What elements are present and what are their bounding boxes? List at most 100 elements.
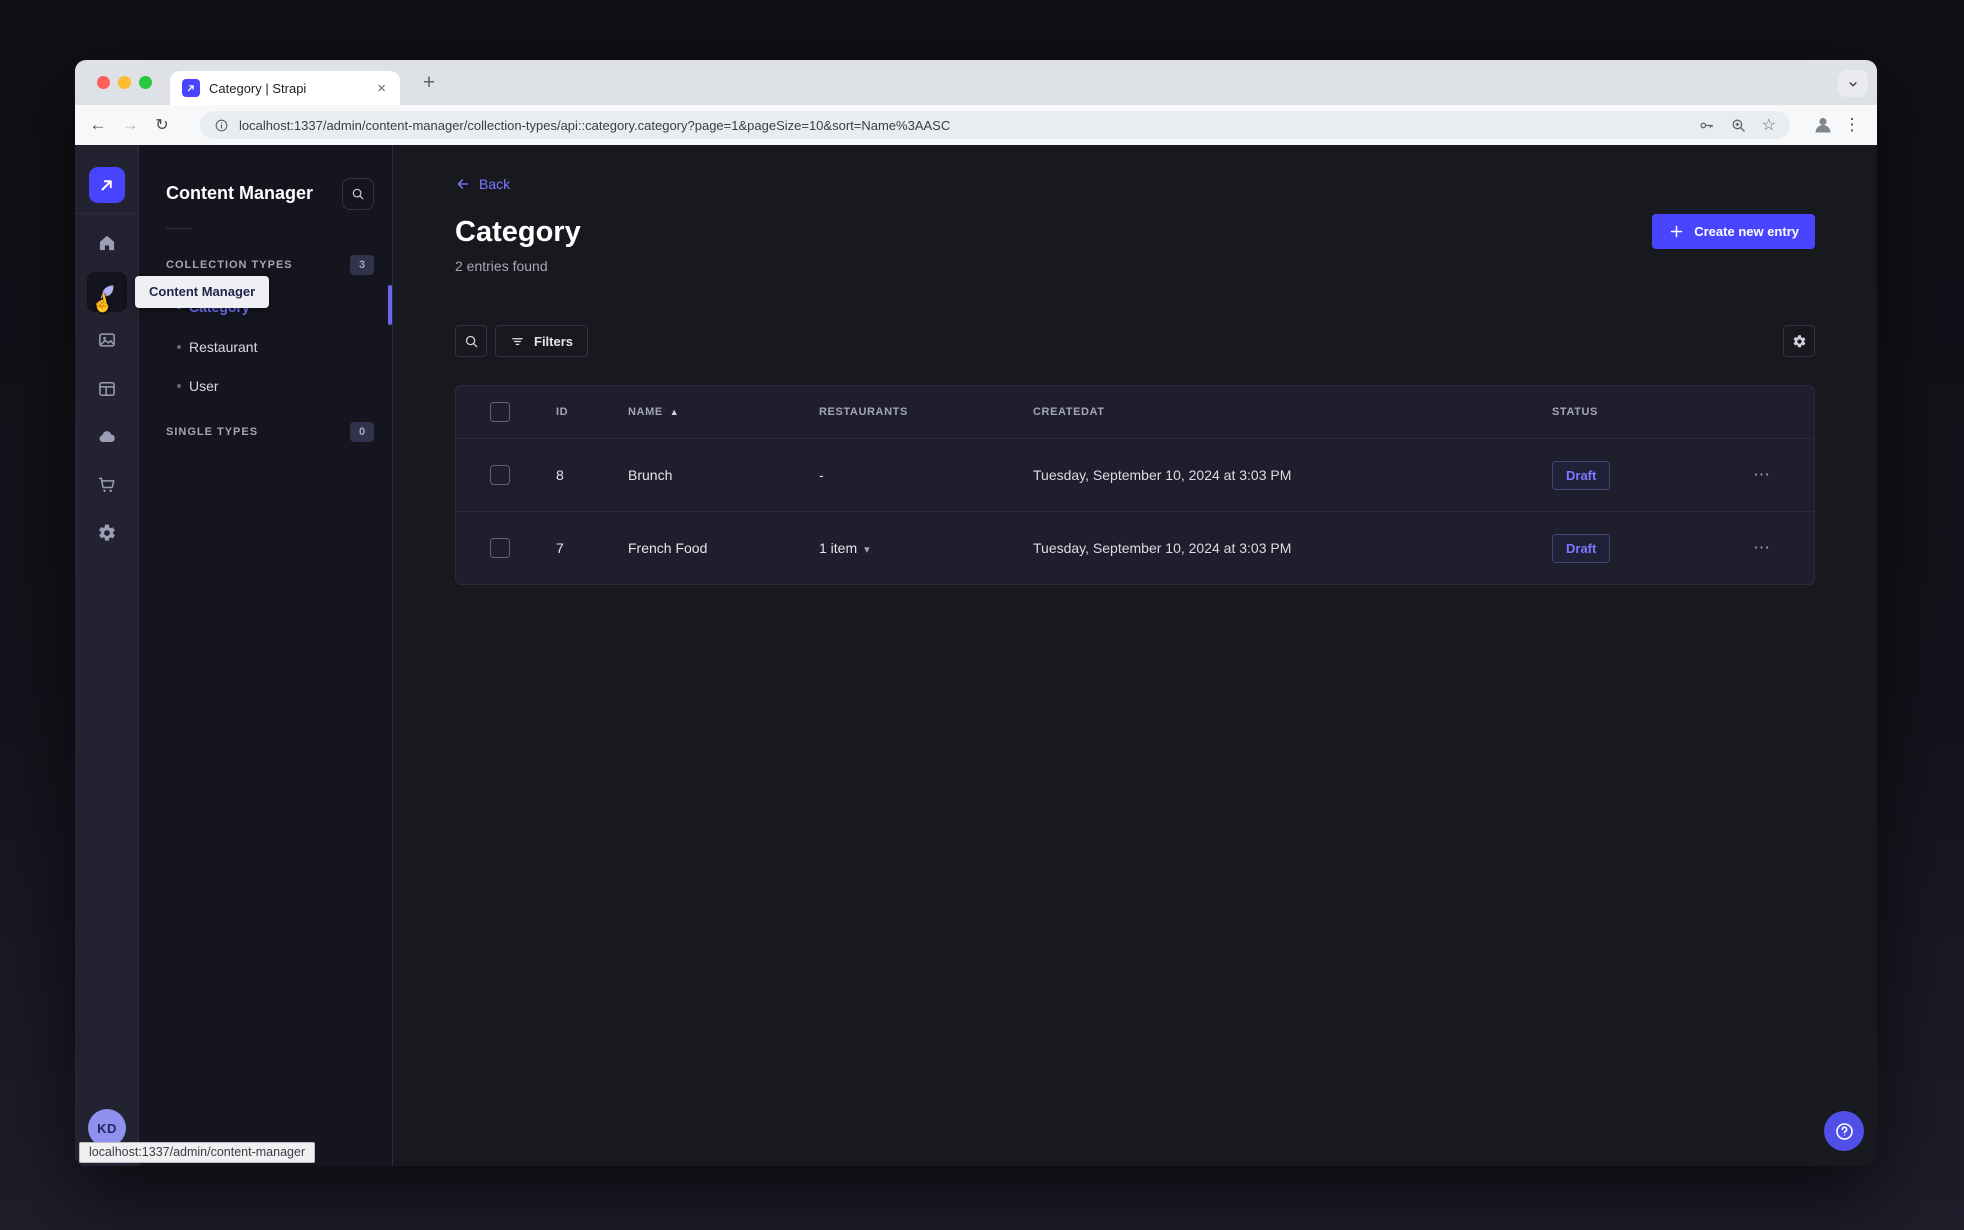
entries-table: ID NAME ▲ RESTAURANTS CREATEDAT STATUS 8… bbox=[455, 385, 1815, 585]
table-settings-button[interactable] bbox=[1783, 325, 1815, 357]
table-row[interactable]: 8 Brunch - Tuesday, September 10, 2024 a… bbox=[456, 438, 1814, 511]
row-actions-button[interactable]: ⋯ bbox=[1753, 538, 1771, 557]
url-text: localhost:1337/admin/content-manager/col… bbox=[239, 117, 951, 133]
password-key-icon[interactable] bbox=[1698, 117, 1715, 134]
subnav-search-button[interactable] bbox=[342, 178, 374, 210]
browser-forward-button[interactable]: → bbox=[114, 109, 146, 141]
filter-icon bbox=[512, 337, 523, 345]
caret-down-icon[interactable]: ▾ bbox=[864, 544, 870, 556]
table-header-row: ID NAME ▲ RESTAURANTS CREATEDAT STATUS bbox=[456, 386, 1814, 438]
status-badge: Draft bbox=[1552, 460, 1611, 490]
nav-marketplace-button[interactable] bbox=[87, 465, 127, 505]
tab-search-button[interactable] bbox=[1838, 70, 1868, 97]
table-row[interactable]: 7 French Food 1 item ▾ Tuesday, September… bbox=[456, 511, 1814, 584]
browser-profile-button[interactable] bbox=[1811, 113, 1835, 137]
column-header-name-label: NAME bbox=[628, 406, 663, 418]
column-header-name[interactable]: NAME ▲ bbox=[604, 406, 795, 418]
person-icon bbox=[1815, 117, 1831, 133]
row-checkbox[interactable] bbox=[490, 538, 510, 558]
table-search-button[interactable] bbox=[455, 325, 487, 357]
home-icon bbox=[99, 235, 115, 251]
tab-strip: Category | Strapi × + bbox=[75, 60, 1877, 105]
hand-cursor-icon: ☝ bbox=[90, 292, 115, 316]
back-link[interactable]: Back bbox=[455, 176, 510, 192]
url-bar[interactable]: localhost:1337/admin/content-manager/col… bbox=[200, 111, 1790, 139]
cell-name: French Food bbox=[628, 540, 708, 556]
media-library-icon bbox=[99, 333, 115, 347]
column-header-id[interactable]: ID bbox=[532, 406, 604, 418]
back-label: Back bbox=[479, 176, 511, 192]
browser-window: Category | Strapi × + ← → ↻ localhost:13… bbox=[75, 60, 1877, 1166]
nav-content-type-builder-button[interactable] bbox=[87, 369, 127, 409]
tab-title: Category | Strapi bbox=[209, 80, 307, 96]
sidebar-item-restaurant[interactable]: Restaurant bbox=[139, 329, 392, 365]
nav-settings-button[interactable] bbox=[87, 513, 127, 553]
main-content: Back Category 2 entries found Create new… bbox=[393, 145, 1877, 1166]
select-all-checkbox[interactable] bbox=[490, 402, 510, 422]
cloud-icon bbox=[99, 431, 115, 443]
entries-count: 2 entries found bbox=[455, 258, 548, 274]
browser-tab[interactable]: Category | Strapi × bbox=[170, 71, 400, 105]
nav-cloud-button[interactable] bbox=[87, 417, 127, 457]
browser-reload-button[interactable]: ↻ bbox=[146, 109, 178, 141]
column-header-createdat[interactable]: CREATEDAT bbox=[1009, 406, 1528, 418]
nav-home-button[interactable] bbox=[87, 223, 127, 263]
sort-ascending-icon: ▲ bbox=[669, 407, 680, 417]
gear-icon bbox=[99, 524, 115, 541]
strapi-favicon-icon bbox=[182, 79, 200, 97]
cell-createdat: Tuesday, September 10, 2024 at 3:03 PM bbox=[1033, 467, 1292, 483]
maximize-window-button[interactable] bbox=[139, 76, 152, 89]
subnav-divider bbox=[166, 228, 191, 229]
page-content: KD Content Manager COLLECTION TYPES 3 Ca… bbox=[75, 145, 1877, 1166]
link-status-bubble: localhost:1337/admin/content-manager bbox=[79, 1142, 316, 1163]
cell-id: 7 bbox=[556, 540, 564, 556]
content-manager-tooltip: Content Manager bbox=[135, 276, 270, 308]
search-icon bbox=[352, 188, 364, 200]
cell-name: Brunch bbox=[628, 467, 673, 483]
nav-media-library-button[interactable] bbox=[87, 320, 127, 360]
column-header-restaurants[interactable]: RESTAURANTS bbox=[795, 406, 1009, 418]
restaurants-count[interactable]: 1 item bbox=[819, 540, 857, 556]
browser-menu-button[interactable]: ⋮ bbox=[1842, 113, 1862, 137]
chevron-down-icon bbox=[1849, 81, 1857, 86]
browser-back-button[interactable]: ← bbox=[82, 109, 114, 141]
browser-toolbar: ← → ↻ localhost:1337/admin/content-manag… bbox=[75, 105, 1877, 145]
list-actions-row: Filters bbox=[455, 325, 1815, 357]
nav-divider bbox=[75, 213, 138, 214]
cell-restaurants: 1 item ▾ bbox=[795, 540, 1009, 556]
shopping-cart-icon bbox=[98, 477, 115, 492]
cell-id: 8 bbox=[556, 467, 564, 483]
subnav-title: Content Manager bbox=[166, 183, 314, 203]
new-tab-button[interactable]: + bbox=[416, 70, 442, 96]
tab-close-icon[interactable]: × bbox=[373, 80, 390, 97]
row-actions-button[interactable]: ⋯ bbox=[1753, 465, 1771, 484]
single-types-section: SINGLE TYPES 0 bbox=[166, 420, 374, 444]
filters-button[interactable]: Filters bbox=[495, 325, 589, 357]
arrow-left-icon bbox=[457, 179, 469, 189]
cell-restaurants: - bbox=[819, 467, 824, 483]
close-window-button[interactable] bbox=[97, 76, 110, 89]
url-bar-icons: ☆ bbox=[1698, 117, 1776, 134]
create-new-entry-button[interactable]: Create new entry bbox=[1652, 214, 1815, 249]
collection-types-section: COLLECTION TYPES 3 bbox=[166, 253, 374, 277]
minimize-window-button[interactable] bbox=[118, 76, 131, 89]
bookmark-star-icon[interactable]: ☆ bbox=[1762, 117, 1776, 134]
zoom-icon[interactable] bbox=[1730, 117, 1747, 134]
page-title: Category bbox=[455, 216, 581, 248]
sidebar-item-label: User bbox=[189, 378, 219, 394]
create-new-entry-label: Create new entry bbox=[1694, 224, 1799, 239]
row-checkbox[interactable] bbox=[490, 465, 510, 485]
help-button[interactable] bbox=[1824, 1111, 1864, 1151]
subnav-scrollbar[interactable] bbox=[388, 285, 392, 325]
collection-types-label: COLLECTION TYPES bbox=[166, 259, 293, 271]
traffic-lights bbox=[97, 76, 152, 89]
sidebar-item-user[interactable]: User bbox=[139, 368, 392, 404]
bullet-icon bbox=[177, 384, 181, 388]
search-icon bbox=[465, 335, 478, 348]
sidebar-item-label: Restaurant bbox=[189, 339, 258, 355]
layout-icon bbox=[99, 382, 115, 396]
column-header-status[interactable]: STATUS bbox=[1528, 406, 1729, 418]
strapi-logo[interactable] bbox=[89, 167, 125, 203]
strapi-logo-icon bbox=[101, 180, 112, 191]
plus-icon bbox=[1670, 225, 1683, 238]
